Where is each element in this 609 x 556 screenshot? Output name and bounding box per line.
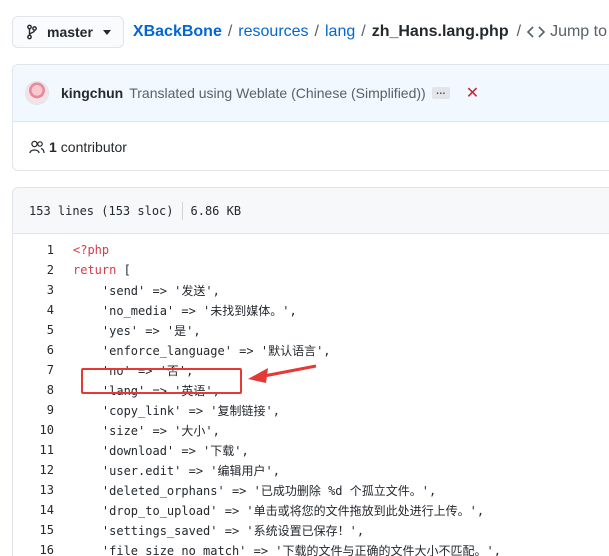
line-number[interactable]: 2	[13, 263, 54, 277]
code-content: 'deleted_orphans' => '已成功删除 %d 个孤立文件。',	[73, 483, 437, 498]
breadcrumb-resources-link[interactable]: resources	[238, 23, 308, 41]
contributor-count: 1	[49, 138, 57, 155]
latest-commit-row: kingchun Translated using Weblate (Chine…	[13, 65, 609, 122]
code-content: 'size' => '大小',	[73, 423, 220, 438]
code-text: 'no_media' => '未找到媒体。',	[54, 302, 297, 319]
commit-message-link[interactable]: Translated using Weblate (Chinese (Simpl…	[129, 85, 425, 101]
code-icon	[527, 26, 546, 38]
contributor-label: contributor	[60, 138, 127, 155]
x-icon[interactable]: ✕	[466, 83, 479, 103]
code-line: 3 'send' => '发送',	[13, 280, 609, 300]
code-text: 'deleted_orphans' => '已成功删除 %d 个孤立文件。',	[54, 482, 436, 499]
line-number[interactable]: 15	[13, 523, 54, 537]
line-number[interactable]: 5	[13, 323, 54, 337]
code-content: 'user.edit' => '编辑用户',	[73, 463, 280, 478]
line-number[interactable]: 8	[13, 383, 54, 397]
people-icon	[29, 140, 45, 153]
contributors-row[interactable]: 1 contributor	[13, 122, 609, 171]
line-number[interactable]: 1	[13, 243, 54, 257]
code-content: 'file_size_no_match' => '下载的文件与正确的文件大小不匹…	[73, 543, 501, 556]
line-number[interactable]: 12	[13, 463, 54, 477]
line-number[interactable]: 14	[13, 503, 54, 517]
code-text: 'enforce_language' => '默认语言',	[54, 342, 331, 359]
code-line: 14 'drop_to_upload' => '单击或将您的文件拖放到此处进行上…	[13, 500, 609, 520]
code-keyword: <?php	[73, 243, 110, 257]
code-text: <?php	[54, 243, 109, 257]
code-text: 'copy_link' => '复制链接',	[54, 402, 280, 419]
breadcrumb: XBackBone / resources / lang / zh_Hans.l…	[133, 23, 509, 41]
code-text: return [	[54, 263, 131, 277]
file-info-header: 153 lines (153 sloc) 6.86 KB	[13, 188, 609, 234]
line-number[interactable]: 10	[13, 423, 54, 437]
file-line-count: 153 lines (153 sloc)	[29, 203, 174, 218]
commit-expand-button[interactable]: …	[431, 87, 450, 99]
code-text: 'settings_saved' => '系统设置已保存！',	[54, 522, 364, 539]
code-line: 12 'user.edit' => '编辑用户',	[13, 460, 609, 480]
code-text: 'file_size_no_match' => '下载的文件与正确的文件大小不匹…	[54, 542, 501, 556]
breadcrumb-repo-link[interactable]: XBackBone	[133, 23, 222, 41]
line-number[interactable]: 7	[13, 363, 54, 377]
breadcrumb-separator: /	[361, 23, 366, 40]
code-text: 'drop_to_upload' => '单击或将您的文件拖放到此处进行上传。'…	[54, 502, 484, 519]
line-number[interactable]: 13	[13, 483, 54, 497]
code-content: 'drop_to_upload' => '单击或将您的文件拖放到此处进行上传。'…	[73, 503, 485, 518]
code-line: 9 'copy_link' => '复制链接',	[13, 400, 609, 420]
code-line: 6 'enforce_language' => '默认语言',	[13, 340, 609, 360]
code-text: 'yes' => '是',	[54, 322, 201, 339]
highlight-annotation-box	[81, 368, 242, 394]
code-line: 11 'download' => '下载',	[13, 440, 609, 460]
line-number[interactable]: 4	[13, 303, 54, 317]
branch-label: master	[47, 24, 93, 40]
breadcrumb-separator: /	[314, 23, 319, 40]
git-branch-icon	[27, 24, 37, 40]
jump-to-label: Jump to	[550, 23, 607, 40]
code-content: 'enforce_language' => '默认语言',	[73, 343, 331, 358]
code-content: 'send' => '发送',	[73, 283, 220, 298]
breadcrumb-lang-link[interactable]: lang	[325, 23, 355, 41]
chevron-down-icon	[102, 29, 111, 35]
code-body: 1 <?php 2 return [3 'send' => '发送', 4 'no_me…	[13, 234, 609, 556]
code-text: 'download' => '下载',	[54, 442, 249, 459]
file-size: 6.86 KB	[190, 203, 242, 218]
line-number[interactable]: 16	[13, 543, 54, 556]
avatar[interactable]	[25, 81, 49, 105]
divider	[181, 201, 183, 220]
code-line: 16 'file_size_no_match' => '下载的文件与正确的文件大…	[13, 540, 609, 556]
jump-to-dropdown[interactable]: / Jump to	[517, 23, 609, 41]
code-content: 'copy_link' => '复制链接',	[73, 403, 280, 418]
code-line: 5 'yes' => '是',	[13, 320, 609, 340]
code-content: 'yes' => '是',	[73, 323, 201, 338]
line-number[interactable]: 3	[13, 283, 54, 297]
breadcrumb-separator: /	[227, 23, 233, 40]
line-number[interactable]: 9	[13, 403, 54, 417]
line-number[interactable]: 6	[13, 343, 54, 357]
red-arrow-annotation	[248, 364, 317, 383]
commit-author-link[interactable]: kingchun	[61, 85, 123, 101]
code-keyword: return	[73, 263, 117, 277]
code-line: 1 <?php	[13, 240, 609, 260]
code-line: 4 'no_media' => '未找到媒体。',	[13, 300, 609, 320]
breadcrumb-separator: /	[516, 23, 522, 40]
code-content: [	[116, 263, 131, 277]
code-text: 'size' => '大小',	[54, 422, 220, 439]
file-navigation: master XBackBone / resources / lang / zh…	[12, 16, 609, 48]
code-content: 'no_media' => '未找到媒体。',	[73, 303, 297, 318]
latest-commit-box: kingchun Translated using Weblate (Chine…	[12, 64, 609, 171]
line-number[interactable]: 11	[13, 443, 54, 457]
code-line: 15 'settings_saved' => '系统设置已保存！',	[13, 520, 609, 540]
code-content: 'download' => '下载',	[73, 443, 249, 458]
code-content: 'settings_saved' => '系统设置已保存！',	[73, 523, 365, 538]
breadcrumb-file-name: zh_Hans.lang.php	[371, 23, 509, 40]
code-line: 10 'size' => '大小',	[13, 420, 609, 440]
code-line: 13 'deleted_orphans' => '已成功删除 %d 个孤立文件。…	[13, 480, 609, 500]
code-text: 'send' => '发送',	[54, 282, 220, 299]
code-text: 'user.edit' => '编辑用户',	[54, 462, 280, 479]
code-line: 2 return [	[13, 260, 609, 280]
branch-selector-button[interactable]: master	[12, 16, 124, 48]
